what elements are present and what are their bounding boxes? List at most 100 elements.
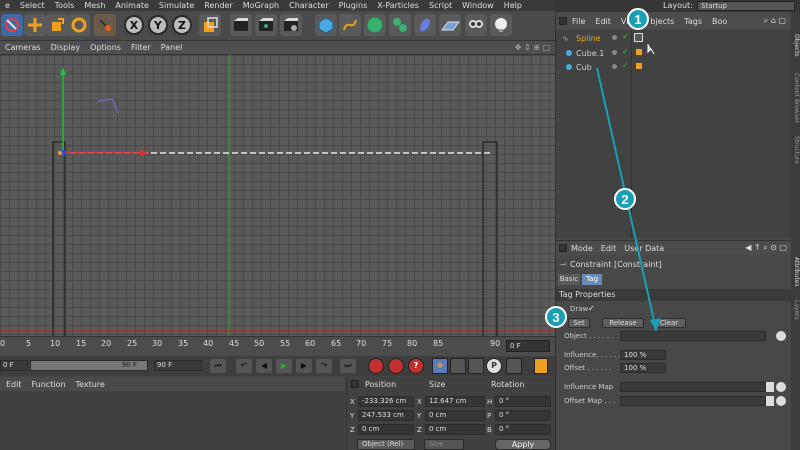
- offset-map-dropdown-icon[interactable]: [766, 396, 774, 406]
- x-axis-lock-button[interactable]: X: [124, 15, 144, 35]
- viewport-menu-options[interactable]: Options: [90, 43, 121, 52]
- menu-item-plugins[interactable]: Plugins: [339, 1, 368, 10]
- recent-tool-icon[interactable]: [94, 14, 116, 36]
- influence-map-picker-icon[interactable]: [776, 382, 786, 392]
- enabled-check-icon[interactable]: ✓: [622, 47, 629, 56]
- set-button[interactable]: Set: [568, 318, 590, 328]
- menu-item-render[interactable]: Render: [204, 1, 232, 10]
- key-rotation-icon[interactable]: [468, 358, 484, 374]
- pos-z-field[interactable]: 0 cm: [358, 424, 414, 435]
- side-tab-layers[interactable]: Layers: [791, 296, 800, 324]
- render-settings-icon[interactable]: [280, 14, 302, 36]
- am-nav-icons[interactable]: ◀ ↑ ⌕ ⊙ ▢: [745, 243, 787, 253]
- pos-x-field[interactable]: -233.326 cm: [358, 396, 414, 407]
- cube-primitive-icon[interactable]: [315, 14, 337, 36]
- prev-frame-icon[interactable]: ◀: [256, 359, 272, 373]
- size-y-field[interactable]: 0 cm: [425, 410, 485, 421]
- tab-tag[interactable]: Tag: [582, 274, 602, 285]
- am-expand-icon[interactable]: [559, 244, 567, 252]
- phong-tag-icon[interactable]: [636, 63, 642, 69]
- offset-field[interactable]: 100 %: [620, 363, 666, 373]
- object-name[interactable]: Cub: [576, 63, 592, 72]
- menu-item-tools[interactable]: Tools: [55, 1, 75, 10]
- tab-basic[interactable]: Basic: [558, 274, 580, 285]
- object-row-cube1[interactable]: Cube.1 ✓: [556, 47, 791, 60]
- subdivision-surface-icon[interactable]: [364, 14, 386, 36]
- om-menu-tags[interactable]: Tags: [684, 17, 702, 26]
- menu-item-window[interactable]: Window: [462, 1, 494, 10]
- autokey-icon[interactable]: [388, 358, 404, 374]
- viewport-nav-icons[interactable]: ✥ ⇕ ⊕ ▢: [515, 43, 550, 52]
- coords-expand-icon[interactable]: [351, 380, 359, 388]
- object-row-spline[interactable]: ∿ Spline ✓: [556, 32, 791, 45]
- keyframe-selection-icon[interactable]: ?: [408, 358, 424, 374]
- influence-field[interactable]: 100 %: [620, 350, 666, 360]
- apply-button[interactable]: Apply: [495, 439, 551, 450]
- viewport-menu-filter[interactable]: Filter: [131, 43, 151, 52]
- goto-end-icon[interactable]: ⏭: [340, 359, 356, 373]
- material-menu-texture[interactable]: Texture: [76, 380, 105, 389]
- am-menu-mode[interactable]: Mode: [571, 244, 593, 253]
- om-menu-file[interactable]: File: [572, 17, 585, 26]
- menu-item-animate[interactable]: Animate: [115, 1, 149, 10]
- menu-item-mograph[interactable]: MoGraph: [243, 1, 279, 10]
- clear-button[interactable]: Clear: [652, 318, 686, 328]
- menu-item-mesh[interactable]: Mesh: [84, 1, 105, 10]
- size-x-field[interactable]: 12.647 cm: [425, 396, 485, 407]
- offset-map-field[interactable]: [620, 396, 766, 406]
- material-menu-function[interactable]: Function: [32, 380, 66, 389]
- next-key-icon[interactable]: ↷: [316, 359, 332, 373]
- om-search-icon[interactable]: ⌕ ⌂ ▢: [764, 16, 786, 26]
- render-to-picture-viewer-icon[interactable]: [255, 14, 277, 36]
- side-tab-objects[interactable]: Objects: [791, 26, 800, 64]
- om-menu-objects[interactable]: bjects: [650, 17, 674, 26]
- object-row-cube[interactable]: Cub ✓: [556, 61, 791, 74]
- key-parameter-icon[interactable]: P: [486, 358, 502, 374]
- menu-item-help[interactable]: Help: [504, 1, 522, 10]
- menu-item-xparticles[interactable]: X-Particles: [377, 1, 419, 10]
- rot-p-field[interactable]: 0 °: [495, 410, 551, 421]
- viewport-menu-cameras[interactable]: Cameras: [5, 43, 41, 52]
- next-frame-icon[interactable]: ▶: [296, 359, 312, 373]
- menu-item-character[interactable]: Character: [289, 1, 329, 10]
- om-menu-edit[interactable]: Edit: [595, 17, 611, 26]
- range-slider[interactable]: 90 F: [30, 360, 148, 371]
- viewport-3d[interactable]: [0, 54, 555, 336]
- enabled-check-icon[interactable]: ✓: [622, 32, 629, 41]
- side-tab-content-browser[interactable]: Content Browser: [791, 68, 800, 128]
- key-scale-icon[interactable]: [450, 358, 466, 374]
- om-menu-bookmarks[interactable]: Boo: [712, 17, 727, 26]
- rot-h-field[interactable]: 0 °: [495, 396, 551, 407]
- rotate-tool-icon[interactable]: [68, 14, 90, 36]
- phong-tag-icon[interactable]: [636, 49, 642, 55]
- menu-item-script[interactable]: Script: [429, 1, 452, 10]
- floor-icon[interactable]: [439, 14, 461, 36]
- key-position-icon[interactable]: ✥: [432, 358, 448, 374]
- object-name[interactable]: Cube.1: [576, 49, 604, 58]
- offset-map-picker-icon[interactable]: [776, 396, 786, 406]
- live-select-icon[interactable]: [1, 14, 23, 36]
- visibility-dot[interactable]: [612, 35, 617, 40]
- scale-tool-icon[interactable]: [46, 14, 68, 36]
- side-tab-structure[interactable]: Structure: [791, 132, 800, 168]
- enabled-check-icon[interactable]: ✓: [622, 61, 629, 70]
- move-tool-icon[interactable]: [24, 14, 46, 36]
- cloner-icon[interactable]: [389, 14, 411, 36]
- object-link-picker-icon[interactable]: [776, 331, 786, 341]
- z-axis-lock-button[interactable]: Z: [172, 15, 192, 35]
- coordinate-system-icon[interactable]: [199, 14, 221, 36]
- viewport-menu-panel[interactable]: Panel: [161, 43, 183, 52]
- timeline-layout-icon[interactable]: [534, 358, 548, 374]
- release-button[interactable]: Release: [602, 318, 644, 328]
- play-icon[interactable]: ▶: [276, 359, 292, 373]
- spline-pen-icon[interactable]: [339, 14, 361, 36]
- key-pla-icon[interactable]: [506, 358, 522, 374]
- object-link-field[interactable]: [620, 331, 766, 341]
- pos-y-field[interactable]: 247.533 cm: [358, 410, 414, 421]
- material-menu-edit[interactable]: Edit: [6, 380, 22, 389]
- viewport-menu-display[interactable]: Display: [51, 43, 81, 52]
- size-z-field[interactable]: 0 cm: [425, 424, 485, 435]
- prev-key-icon[interactable]: ↶: [236, 359, 252, 373]
- am-menu-user-data[interactable]: User Data: [624, 244, 664, 253]
- y-axis-lock-button[interactable]: Y: [148, 15, 168, 35]
